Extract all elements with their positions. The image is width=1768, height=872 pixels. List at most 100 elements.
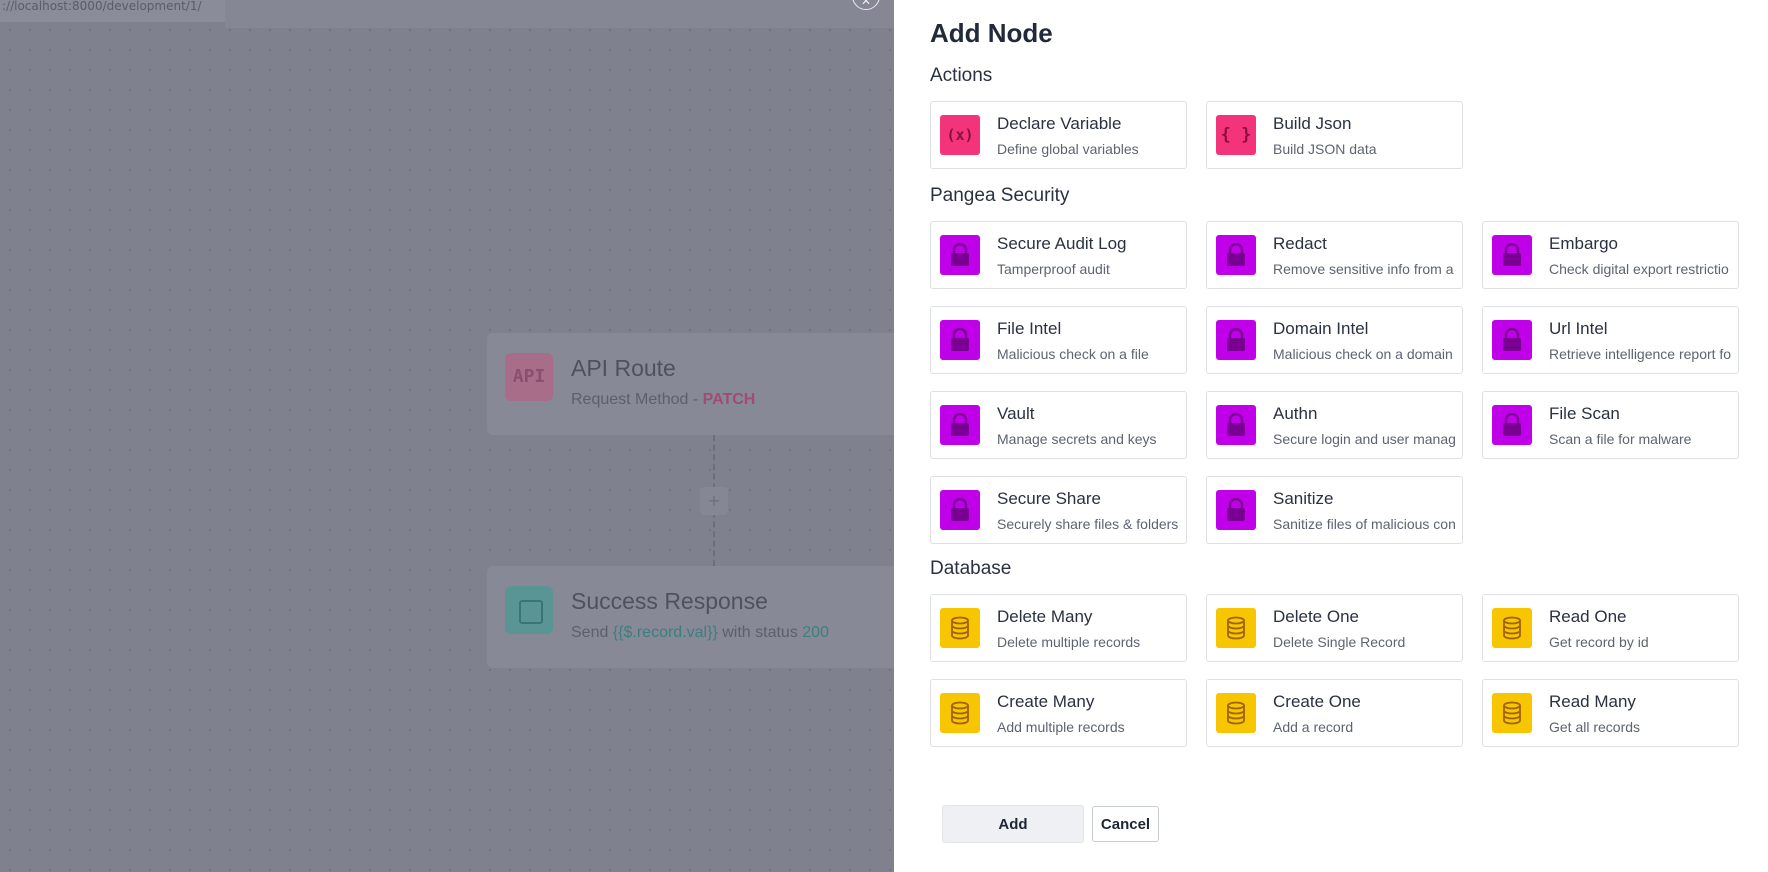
node-card-title: File Scan xyxy=(1549,404,1620,423)
database-icon xyxy=(1216,693,1256,733)
node-card-description: Get record by id xyxy=(1549,634,1649,650)
section-title-database: Database xyxy=(930,558,1012,579)
node-card-description: Check digital export restrictio xyxy=(1549,261,1729,277)
node-card-secure-audit-log[interactable]: Secure Audit Log Tamperproof audit xyxy=(930,221,1187,289)
lock-icon xyxy=(1492,235,1532,275)
node-card-description: Remove sensitive info from a s xyxy=(1273,261,1456,277)
node-card-title: Sanitize xyxy=(1273,489,1334,508)
node-card-description: Manage secrets and keys xyxy=(997,431,1157,447)
cancel-button[interactable]: Cancel xyxy=(1092,806,1159,842)
node-card-title: Embargo xyxy=(1549,234,1618,253)
node-card-authn[interactable]: Authn Secure login and user manager xyxy=(1206,391,1463,459)
node-card-description: Sanitize files of malicious cont xyxy=(1273,516,1456,532)
node-card-create-many[interactable]: Create Many Add multiple records xyxy=(930,679,1187,747)
braces-icon: { } xyxy=(1216,115,1256,155)
variable-icon: (x) xyxy=(940,115,980,155)
panel-title: Add Node xyxy=(930,18,1053,48)
lock-icon xyxy=(940,405,980,445)
database-icon xyxy=(1216,608,1256,648)
status-code: 200 xyxy=(802,624,829,641)
node-card-title: File Intel xyxy=(997,319,1062,338)
status-label: with status xyxy=(717,624,803,641)
add-button[interactable]: Add xyxy=(942,805,1084,843)
request-method-value: PATCH xyxy=(702,391,756,408)
node-card-domain-intel[interactable]: Domain Intel Malicious check on a domain xyxy=(1206,306,1463,374)
node-card-title: Create Many xyxy=(997,692,1095,711)
node-card-description: Retrieve intelligence report fo xyxy=(1549,346,1732,362)
node-card-create-one[interactable]: Create One Add a record xyxy=(1206,679,1463,747)
node-card-title: Delete Many xyxy=(997,607,1093,626)
node-card-read-one[interactable]: Read One Get record by id xyxy=(1482,594,1739,662)
node-card-sanitize[interactable]: Sanitize Sanitize files of malicious cont xyxy=(1206,476,1463,544)
database-icon xyxy=(940,693,980,733)
node-card-title: Declare Variable xyxy=(997,114,1122,133)
node-card-url-intel[interactable]: Url Intel Retrieve intelligence report fo xyxy=(1482,306,1739,374)
node-card-declare-variable[interactable]: (x) Declare Variable Define global variabl… xyxy=(930,101,1187,169)
node-card-title: Domain Intel xyxy=(1273,319,1369,338)
lock-icon xyxy=(940,235,980,275)
send-label: Send xyxy=(571,624,613,641)
node-card-title: Vault xyxy=(997,404,1035,423)
node-card-embargo[interactable]: Embargo Check digital export restrictio xyxy=(1482,221,1739,289)
node-card-delete-one[interactable]: Delete One Delete Single Record xyxy=(1206,594,1463,662)
node-card-description: Malicious check on a domain xyxy=(1273,346,1453,362)
request-method-label: Request Method - xyxy=(571,391,703,408)
node-card-vault[interactable]: Vault Manage secrets and keys xyxy=(930,391,1187,459)
success-response-subtitle: Send {{$.record.val}} with status 200 xyxy=(571,624,829,642)
node-card-description: Scan a file for malware xyxy=(1549,431,1692,447)
database-icon xyxy=(940,608,980,648)
lock-icon xyxy=(1492,320,1532,360)
node-card-description: Get all records xyxy=(1549,719,1641,735)
node-card-description: Securely share files & folders xyxy=(997,516,1179,532)
node-card-read-many[interactable]: Read Many Get all records xyxy=(1482,679,1739,747)
node-card-title: Delete One xyxy=(1273,607,1359,626)
add-node-panel: Add Node Actions Pangea Security Databas… xyxy=(894,0,1768,872)
url-bar: ://localhost:8000/development/1/ xyxy=(0,0,225,22)
send-value: {{$.record.val}} xyxy=(612,624,718,641)
lock-icon xyxy=(1492,405,1532,445)
node-card-description: Add multiple records xyxy=(997,719,1125,735)
node-card-description: Delete Single Record xyxy=(1273,634,1406,650)
lock-icon xyxy=(1216,320,1256,360)
node-card-file-intel[interactable]: File Intel Malicious check on a file xyxy=(930,306,1187,374)
flow-canvas: ://localhost:8000/development/1/ ✕ API A… xyxy=(0,0,907,872)
node-card-description: Define global variables xyxy=(997,141,1139,157)
add-node-plus-button[interactable]: + xyxy=(700,487,728,515)
database-icon xyxy=(1492,608,1532,648)
node-card-delete-many[interactable]: Delete Many Delete multiple records xyxy=(930,594,1187,662)
node-card-description: Malicious check on a file xyxy=(997,346,1149,362)
node-card-title: Url Intel xyxy=(1549,319,1608,338)
node-card-description: Build JSON data xyxy=(1273,141,1377,157)
node-card-redact[interactable]: Redact Remove sensitive info from a s xyxy=(1206,221,1463,289)
api-icon: API xyxy=(505,353,553,401)
node-card-description: Add a record xyxy=(1273,719,1354,735)
node-card-description: Tamperproof audit xyxy=(997,261,1110,277)
node-card-title: Secure Audit Log xyxy=(997,234,1127,253)
lock-icon xyxy=(940,490,980,530)
node-card-description: Secure login and user manager xyxy=(1273,431,1456,447)
node-card-title: Read One xyxy=(1549,607,1627,626)
database-icon xyxy=(1492,693,1532,733)
lock-icon xyxy=(1216,235,1256,275)
node-card-title: Secure Share xyxy=(997,489,1101,508)
node-card-title: Read Many xyxy=(1549,692,1636,711)
node-card-description: Delete multiple records xyxy=(997,634,1141,650)
lock-icon xyxy=(1216,405,1256,445)
node-card-file-scan[interactable]: File Scan Scan a file for malware xyxy=(1482,391,1739,459)
section-title-actions: Actions xyxy=(930,65,993,86)
node-card-title: Build Json xyxy=(1273,114,1352,133)
api-route-subtitle: Request Method - PATCH xyxy=(571,391,755,409)
api-route-node[interactable]: API API Route Request Method - PATCH xyxy=(487,333,907,435)
node-card-title: Create One xyxy=(1273,692,1361,711)
node-card-title: Authn xyxy=(1273,404,1318,423)
node-card-build-json[interactable]: { } Build Json Build JSON data xyxy=(1206,101,1463,169)
lock-icon xyxy=(1216,490,1256,530)
square-icon xyxy=(505,586,553,634)
lock-icon xyxy=(940,320,980,360)
node-card-title: Redact xyxy=(1273,234,1327,253)
success-response-title: Success Response xyxy=(571,588,768,614)
section-title-pangea: Pangea Security xyxy=(930,185,1070,206)
node-card-secure-share[interactable]: Secure Share Securely share files & folde… xyxy=(930,476,1187,544)
success-response-node[interactable]: Success Response Send {{$.record.val}} w… xyxy=(487,566,907,668)
top-bar xyxy=(225,0,894,28)
